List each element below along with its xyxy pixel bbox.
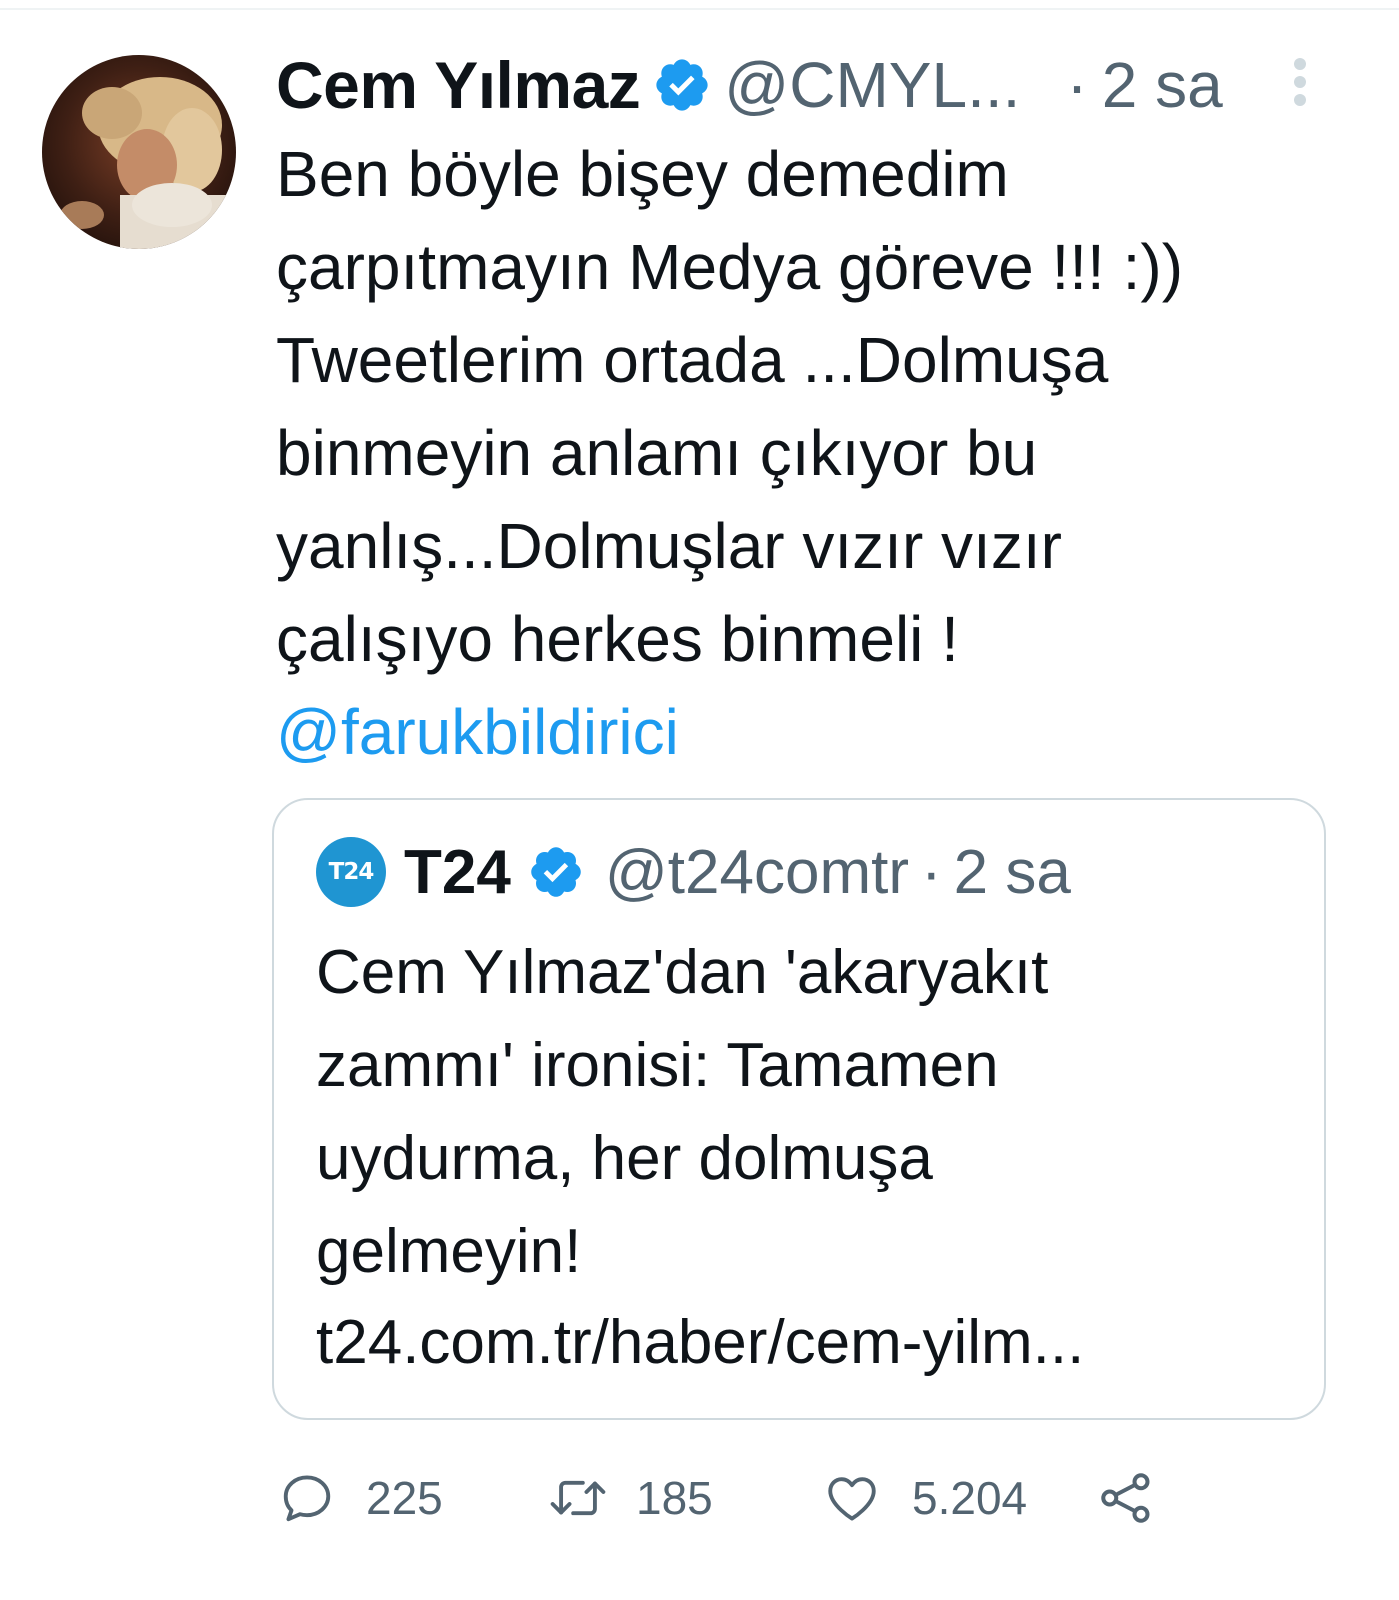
quoted-author-name[interactable]: T24 (404, 837, 511, 908)
like-count: 5.204 (912, 1472, 1028, 1524)
reply-icon (278, 1469, 336, 1527)
share-icon (1096, 1468, 1156, 1528)
mention-link[interactable]: @farukbildirici (276, 686, 679, 779)
reply-button[interactable]: 225 (278, 1458, 443, 1538)
quoted-separator-dot: · (920, 837, 942, 907)
like-icon (822, 1469, 882, 1527)
verified-badge-icon (652, 55, 712, 115)
tweet-header: Cem Yılmaz @CMYL... · 2 sa (276, 40, 1346, 130)
author-avatar[interactable] (42, 55, 236, 249)
quoted-link[interactable]: t24.com.tr/haber/cem-yilm... (316, 1296, 1084, 1389)
retweet-icon (544, 1469, 612, 1527)
author-handle[interactable]: @CMYL... (724, 48, 1020, 122)
quoted-time[interactable]: 2 sa (954, 837, 1071, 908)
top-divider (0, 8, 1399, 10)
more-icon[interactable] (1282, 56, 1318, 116)
separator-dot: · (1066, 49, 1088, 121)
share-button[interactable] (1096, 1458, 1156, 1538)
like-button[interactable]: 5.204 (822, 1458, 1027, 1538)
author-name[interactable]: Cem Yılmaz (276, 47, 641, 123)
quoted-header: T24 @t24comtr · 2 sa (404, 826, 1071, 918)
quoted-tweet[interactable]: T24 T24 @t24comtr · 2 sa Cem Yılmaz'dan … (272, 798, 1326, 1420)
quoted-avatar-text: T24 (328, 859, 375, 885)
tweet-actions: 225 185 5.204 (276, 1458, 1356, 1538)
verified-badge-icon (527, 843, 585, 901)
retweet-count: 185 (636, 1472, 713, 1524)
reply-count: 225 (366, 1472, 443, 1524)
tweet-text: Ben böyle bişey demedim çarpıtmayın Medy… (276, 138, 1183, 675)
tweet-time[interactable]: 2 sa (1102, 48, 1223, 122)
quoted-text: Cem Yılmaz'dan 'akaryakıt zammı' ironisi… (316, 938, 1049, 1286)
quoted-avatar[interactable]: T24 (316, 837, 386, 907)
quoted-author-handle[interactable]: @t24comtr (605, 837, 909, 908)
retweet-button[interactable]: 185 (544, 1458, 713, 1538)
